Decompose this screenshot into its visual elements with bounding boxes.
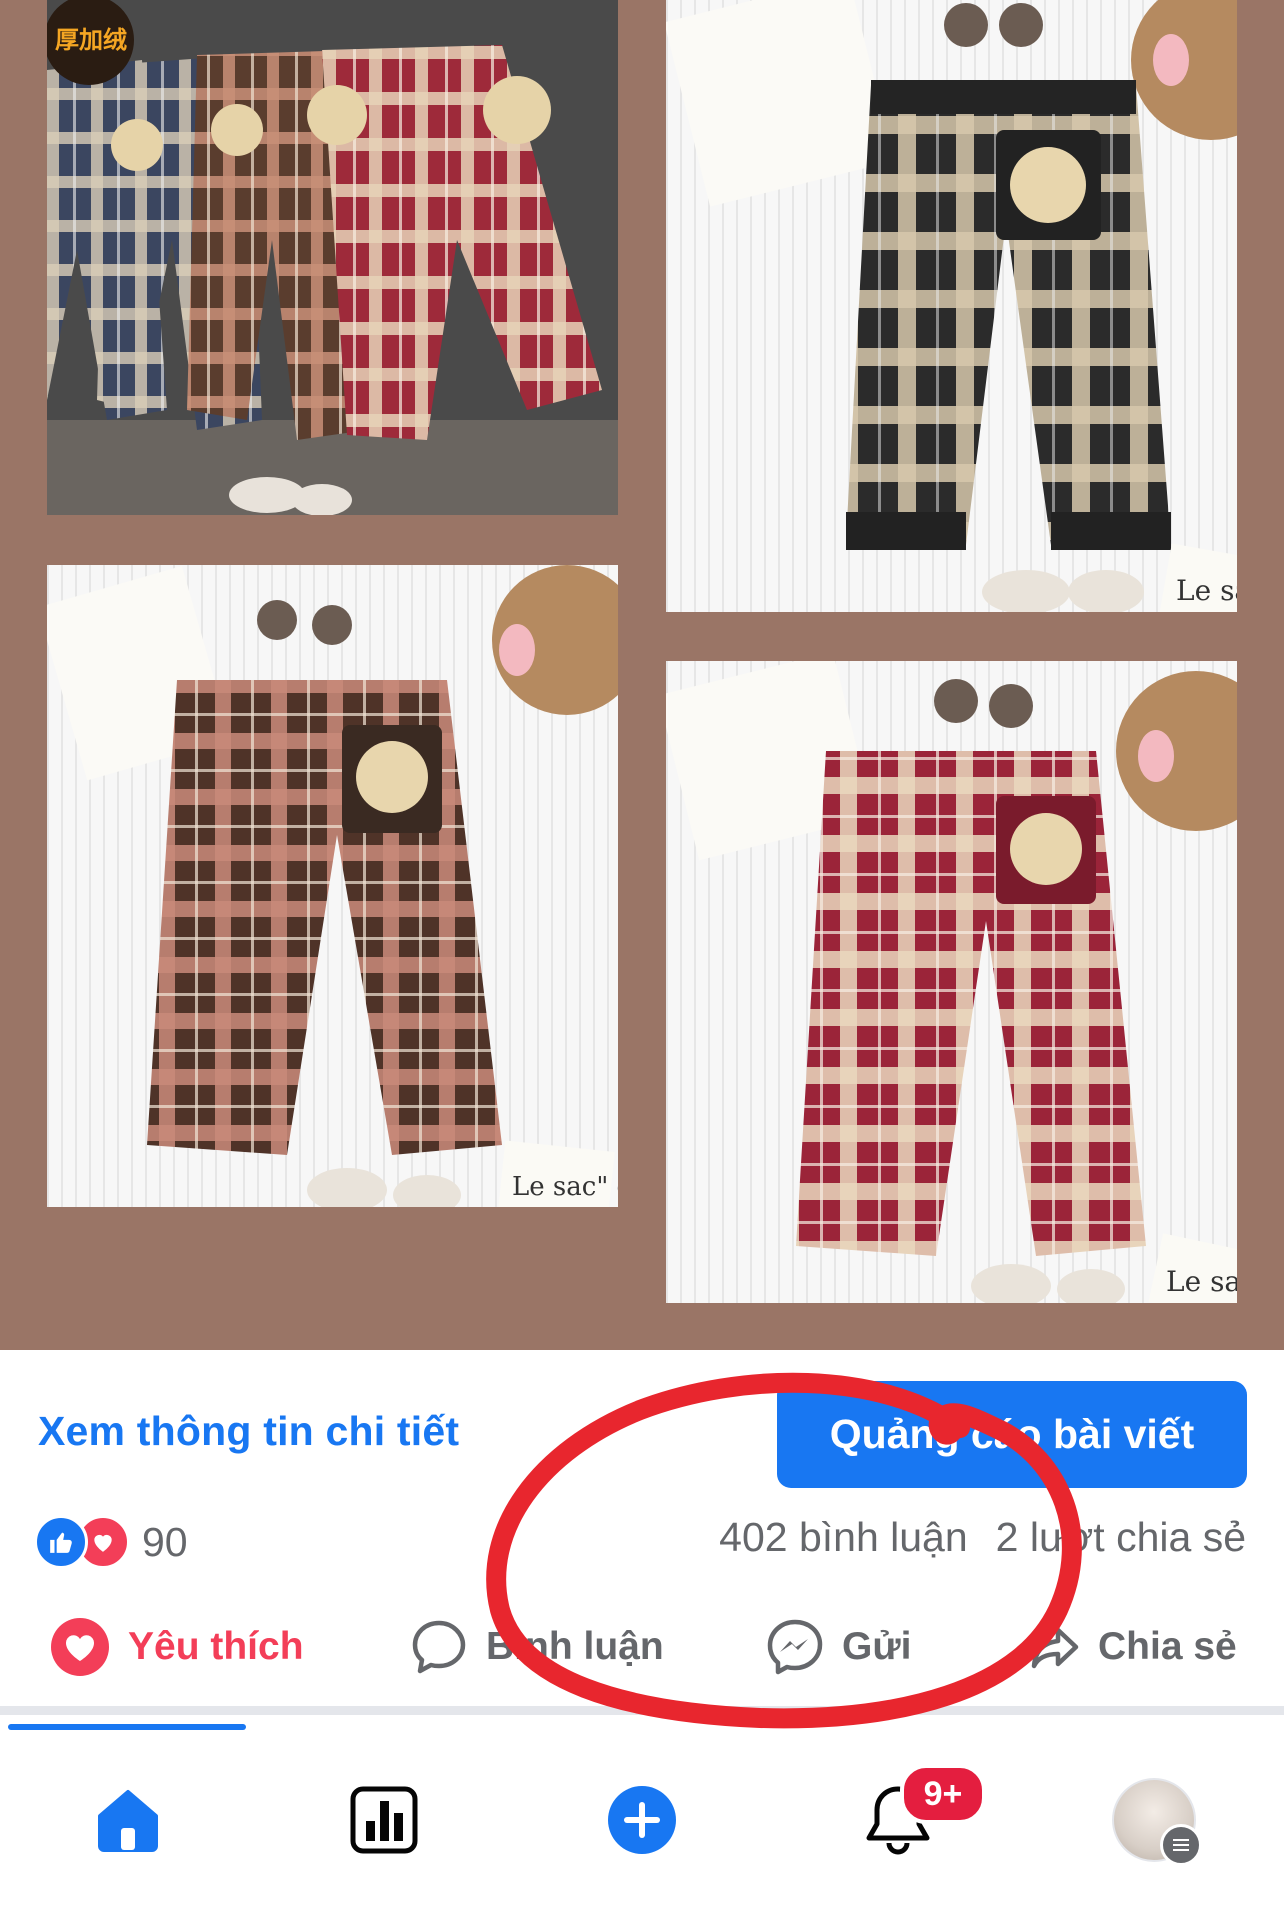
plus-circle-icon (608, 1786, 676, 1854)
love-label: Yêu thích (128, 1625, 304, 1668)
insights-chart-icon (350, 1786, 418, 1854)
menu-icon (1160, 1824, 1202, 1866)
like-reaction-icon (34, 1515, 88, 1569)
view-details-link[interactable]: Xem thông tin chi tiết (38, 1408, 459, 1455)
card-text: Le sa (1166, 1265, 1237, 1298)
share-arrow-icon (1031, 1627, 1079, 1669)
messenger-icon (767, 1619, 823, 1675)
post-action-bar: Yêu thích Bình luận Gửi Chia sẻ (0, 1612, 1284, 1682)
avatar (1112, 1778, 1202, 1866)
product-photo-brown-plaid[interactable]: Le sac" e (47, 565, 618, 1207)
shares-count[interactable]: 2 lượt chia sẻ (996, 1514, 1246, 1561)
send-button[interactable]: Gửi (766, 1612, 911, 1682)
product-photo-red-plaid[interactable]: Le sa (666, 661, 1237, 1303)
reaction-summary[interactable]: 90 (34, 1512, 188, 1572)
photo-collage[interactable]: 厚加绒 Le s Le sac" Le sa (0, 0, 1284, 1350)
share-button[interactable]: Chia sẻ (1030, 1612, 1237, 1682)
comment-label: Bình luận (486, 1625, 664, 1668)
bottom-navigation: 9+ (0, 1730, 1284, 1908)
heart-icon (51, 1618, 109, 1676)
share-label: Chia sẻ (1098, 1625, 1237, 1668)
nav-insights[interactable] (334, 1770, 434, 1870)
comments-count[interactable]: 402 bình luận (719, 1514, 968, 1561)
promo-badge: 厚加绒 (55, 26, 127, 54)
card-text: Le sac (1176, 574, 1237, 607)
product-photo-black-plaid[interactable]: Le sac (666, 0, 1237, 612)
comment-bubble-icon (412, 1620, 466, 1674)
engagement-stats: 402 bình luận 2 lượt chia sẻ (719, 1514, 1246, 1561)
reaction-count: 90 (142, 1518, 188, 1565)
notification-badge: 9+ (900, 1764, 986, 1824)
boost-post-button[interactable]: Quảng cáo bài viết (777, 1381, 1247, 1488)
product-photo-group[interactable]: 厚加绒 (47, 0, 618, 515)
nav-notifications[interactable]: 9+ (848, 1764, 986, 1870)
home-icon (98, 1790, 158, 1852)
nav-create[interactable] (592, 1770, 692, 1870)
nav-home[interactable] (78, 1770, 178, 1870)
comment-button[interactable]: Bình luận (410, 1612, 664, 1682)
nav-profile-menu[interactable] (1104, 1770, 1204, 1870)
card-text: Le sac" e (512, 1172, 618, 1202)
send-label: Gửi (842, 1625, 912, 1668)
love-button[interactable]: Yêu thích (50, 1612, 304, 1682)
divider (0, 1706, 1284, 1715)
